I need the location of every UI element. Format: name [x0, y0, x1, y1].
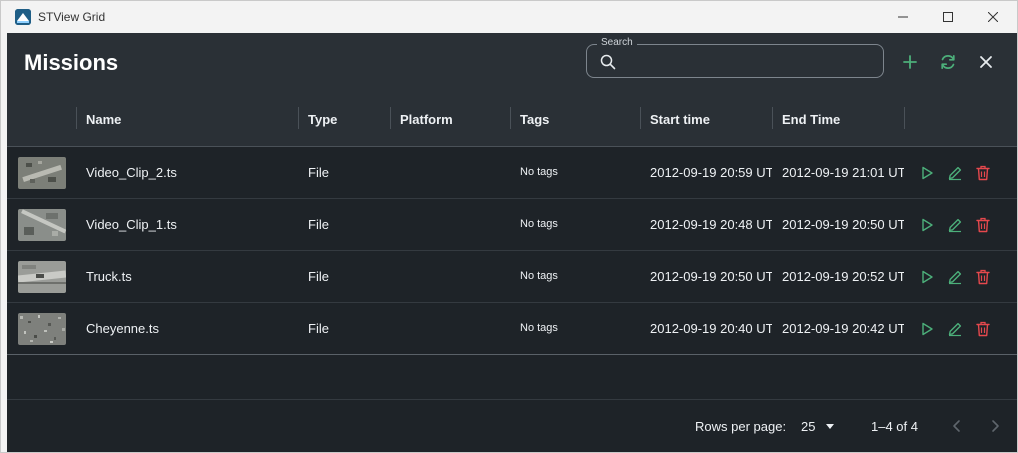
search-input[interactable] — [623, 51, 877, 73]
window-close-button[interactable] — [970, 1, 1016, 33]
mission-thumbnail — [18, 209, 66, 241]
window-title: STView Grid — [38, 10, 106, 24]
maximize-button[interactable] — [925, 1, 971, 33]
delete-button[interactable] — [973, 215, 993, 235]
refresh-icon — [941, 54, 955, 70]
mission-type: File — [308, 269, 329, 284]
app-logo-icon — [15, 9, 31, 25]
search-field[interactable]: Search — [586, 37, 884, 78]
add-mission-button[interactable] — [898, 50, 922, 74]
chevron-right-icon — [992, 420, 999, 432]
mission-start-time: 2012-09-19 20:48 UTC — [650, 217, 772, 232]
minimize-button[interactable] — [880, 1, 926, 33]
mission-tags: No tags — [520, 218, 558, 230]
table-pagination: Rows per page: 25 1–4 of 4 — [7, 399, 1017, 452]
table-row[interactable]: Video_Clip_2.ts File No tags 2012-09-19 … — [7, 147, 1017, 199]
maximize-icon — [943, 12, 953, 22]
edit-button[interactable] — [945, 319, 965, 339]
mission-end-time: 2012-09-19 20:42 UTC — [782, 321, 904, 336]
column-header-name[interactable]: Name — [86, 112, 121, 127]
play-icon — [922, 270, 933, 284]
column-separator — [772, 107, 773, 129]
close-panel-button[interactable] — [974, 50, 998, 74]
column-header-tags[interactable]: Tags — [520, 112, 549, 127]
rows-per-page-value: 25 — [801, 418, 816, 434]
play-button[interactable] — [917, 319, 937, 339]
app-window: STView Grid Missions Search Name Type Pl… — [0, 0, 1018, 453]
trash-icon — [976, 321, 990, 337]
mission-name: Video_Clip_2.ts — [86, 165, 177, 180]
trash-icon — [976, 217, 990, 233]
column-header-type[interactable]: Type — [308, 112, 337, 127]
pencil-icon — [948, 270, 962, 285]
column-header-platform[interactable]: Platform — [400, 112, 453, 127]
delete-button[interactable] — [973, 163, 993, 183]
previous-page-button[interactable] — [945, 414, 969, 438]
mission-start-time: 2012-09-19 20:59 UTC — [650, 165, 772, 180]
column-separator — [510, 107, 511, 129]
play-button[interactable] — [917, 163, 937, 183]
play-icon — [922, 218, 933, 232]
table-row[interactable]: Truck.ts File No tags 2012-09-19 20:50 U… — [7, 251, 1017, 303]
column-header-start-time[interactable]: Start time — [650, 112, 710, 127]
mission-thumbnail — [18, 313, 66, 345]
minimize-icon — [898, 16, 908, 18]
mission-start-time: 2012-09-19 20:50 UTC — [650, 269, 772, 284]
search-legend: Search — [597, 37, 637, 49]
trash-icon — [976, 165, 990, 181]
column-separator — [640, 107, 641, 129]
rows-per-page-label: Rows per page: — [695, 419, 787, 434]
search-icon — [600, 54, 616, 70]
page-range: 1–4 of 4 — [871, 419, 918, 434]
column-header-end-time[interactable]: End Time — [782, 112, 840, 127]
mission-thumbnail — [18, 157, 66, 189]
column-separator — [298, 107, 299, 129]
column-separator — [76, 107, 77, 129]
chevron-left-icon — [953, 420, 960, 432]
mission-tags: No tags — [520, 166, 558, 178]
close-icon — [980, 56, 992, 68]
delete-button[interactable] — [973, 267, 993, 287]
mission-name: Truck.ts — [86, 269, 132, 284]
trash-icon — [976, 269, 990, 285]
play-icon — [922, 322, 933, 336]
mission-type: File — [308, 321, 329, 336]
play-button[interactable] — [917, 215, 937, 235]
table-row[interactable]: Cheyenne.ts File No tags 2012-09-19 20:4… — [7, 303, 1017, 355]
panel-header: Missions Search — [7, 33, 1017, 91]
edit-button[interactable] — [945, 163, 965, 183]
mission-end-time: 2012-09-19 21:01 UTC — [782, 165, 904, 180]
next-page-button[interactable] — [983, 414, 1007, 438]
refresh-button[interactable] — [936, 50, 960, 74]
mission-end-time: 2012-09-19 20:50 UTC — [782, 217, 904, 232]
mission-name: Cheyenne.ts — [86, 321, 159, 336]
table-row[interactable]: Video_Clip_1.ts File No tags 2012-09-19 … — [7, 199, 1017, 251]
table-header: Name Type Platform Tags Start time End T… — [7, 91, 1017, 147]
mission-name: Video_Clip_1.ts — [86, 217, 177, 232]
column-separator — [904, 107, 905, 129]
edit-button[interactable] — [945, 267, 965, 287]
mission-tags: No tags — [520, 270, 558, 282]
title-bar: STView Grid — [1, 1, 1017, 33]
close-icon — [988, 12, 998, 22]
mission-end-time: 2012-09-19 20:52 UTC — [782, 269, 904, 284]
mission-thumbnail — [18, 261, 66, 293]
mission-type: File — [308, 165, 329, 180]
column-separator — [390, 107, 391, 129]
page-title: Missions — [24, 50, 119, 75]
missions-panel: Missions Search Name Type Platform Tags … — [7, 33, 1017, 452]
play-button[interactable] — [917, 267, 937, 287]
pencil-icon — [948, 218, 962, 233]
rows-per-page-select[interactable]: 25 — [801, 415, 841, 437]
delete-button[interactable] — [973, 319, 993, 339]
mission-start-time: 2012-09-19 20:40 UTC — [650, 321, 772, 336]
mission-tags: No tags — [520, 322, 558, 334]
pencil-icon — [948, 166, 962, 181]
play-icon — [922, 166, 933, 180]
plus-icon — [903, 55, 917, 69]
pencil-icon — [948, 322, 962, 337]
caret-down-icon — [826, 424, 835, 429]
edit-button[interactable] — [945, 215, 965, 235]
mission-type: File — [308, 217, 329, 232]
